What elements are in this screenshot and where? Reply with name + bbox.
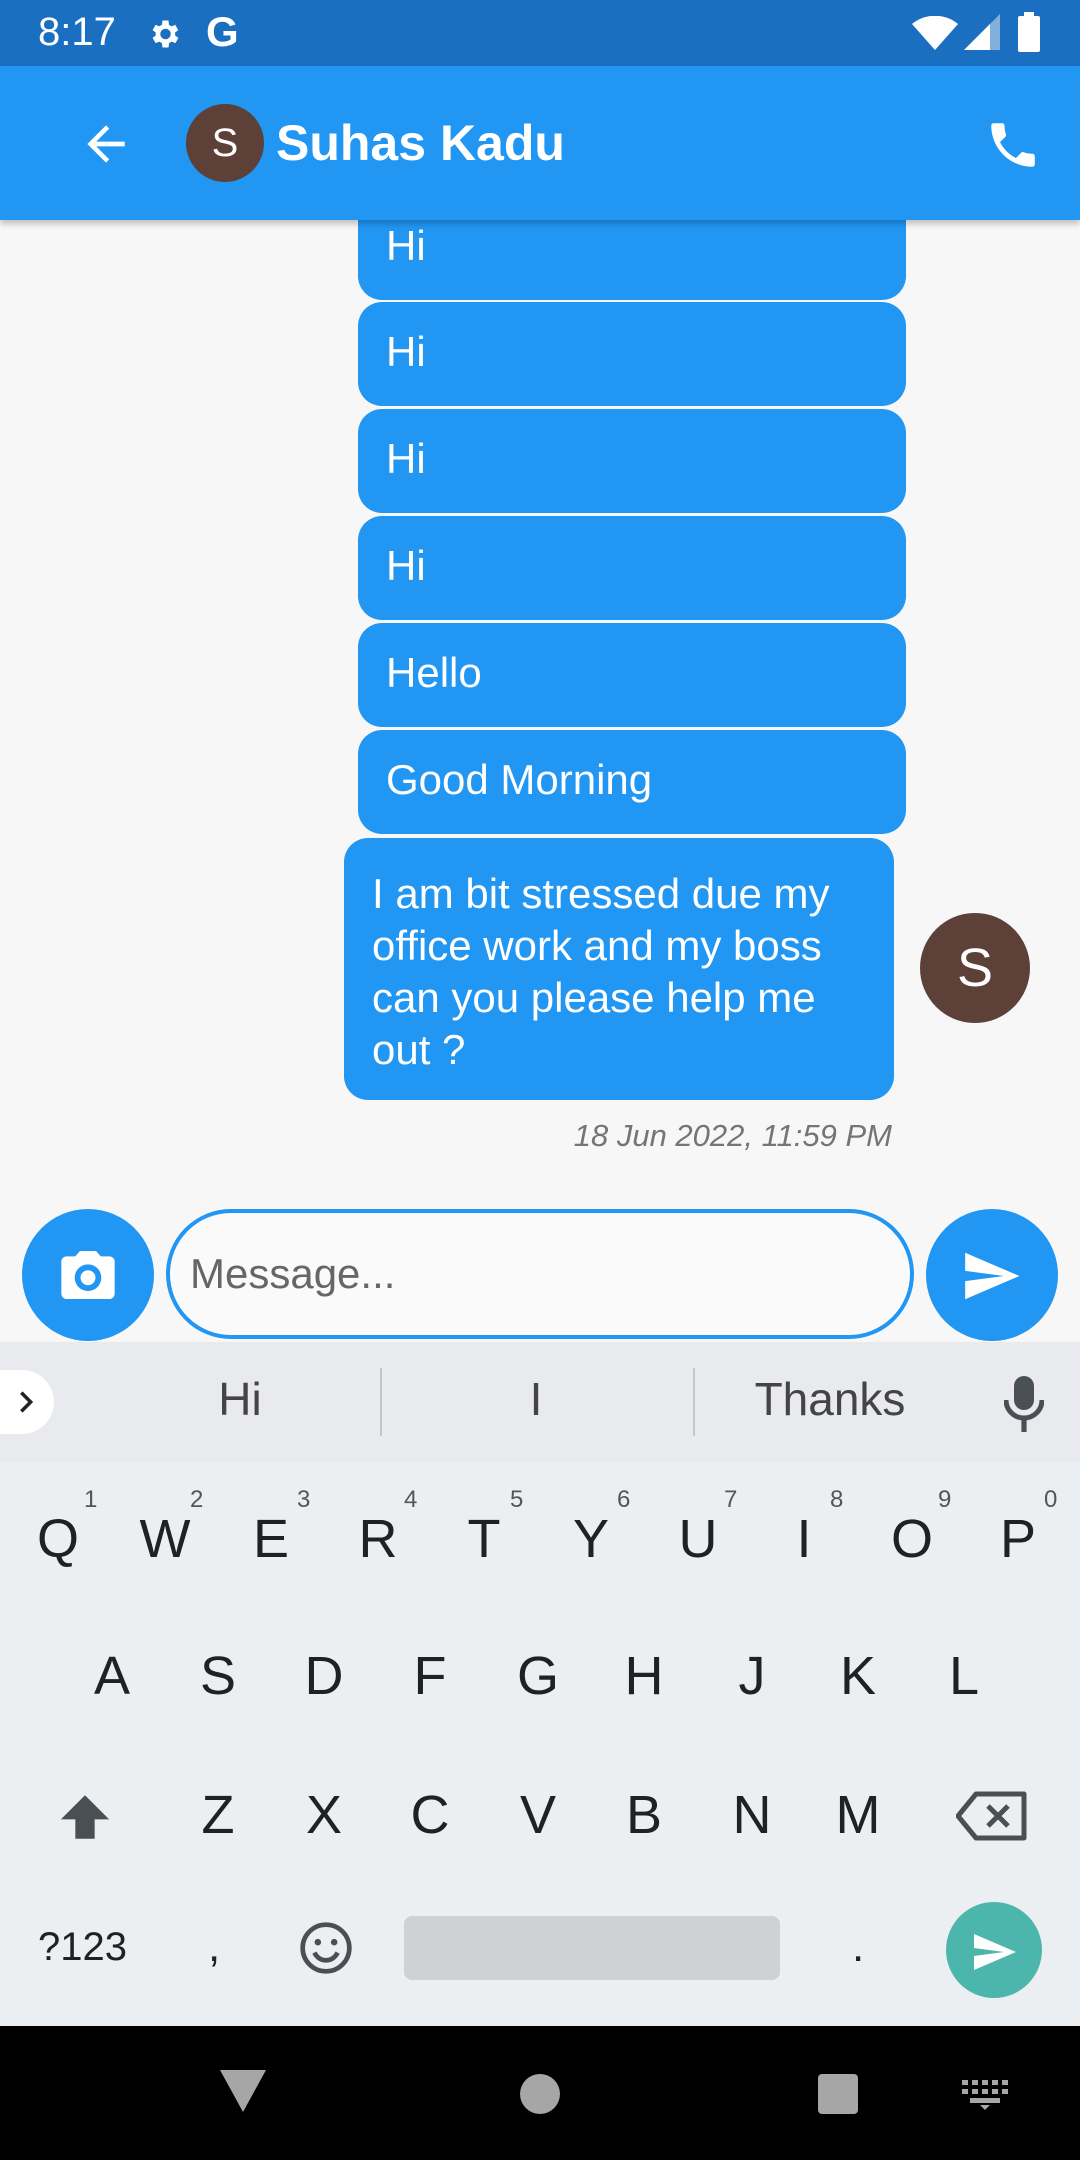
suggestion-2[interactable]: I xyxy=(456,1372,616,1426)
system-nav-bar xyxy=(0,2026,1080,2160)
shift-key-icon[interactable] xyxy=(54,1788,116,1846)
nav-back-icon[interactable] xyxy=(220,2070,266,2112)
backspace-icon[interactable] xyxy=(956,1790,1028,1842)
status-time: 8:17 xyxy=(38,10,116,54)
send-icon xyxy=(965,1252,1020,1300)
settings-gear-icon xyxy=(152,20,179,48)
key-j[interactable]: J xyxy=(712,1645,792,1707)
key-v[interactable]: V xyxy=(498,1784,578,1846)
key-w[interactable]: W xyxy=(125,1508,205,1570)
message-bubble[interactable]: Hi xyxy=(358,302,906,406)
key-h[interactable]: H xyxy=(604,1645,684,1707)
key-hint: 2 xyxy=(190,1486,204,1513)
chevron-right-icon xyxy=(20,1391,34,1413)
key-x[interactable]: X xyxy=(284,1784,364,1846)
key-g[interactable]: G xyxy=(498,1645,578,1707)
key-hint: 0 xyxy=(1044,1486,1058,1513)
key-u[interactable]: U xyxy=(658,1508,738,1570)
key-r[interactable]: R xyxy=(338,1508,418,1570)
key-hint: 9 xyxy=(938,1486,952,1513)
key-b[interactable]: B xyxy=(604,1784,684,1846)
key-k[interactable]: K xyxy=(818,1645,898,1707)
keyboard-send-button[interactable] xyxy=(946,1902,1042,1998)
key-hint: 6 xyxy=(617,1486,631,1513)
message-bubble[interactable]: Hi xyxy=(358,409,906,513)
back-arrow-icon[interactable] xyxy=(78,116,134,172)
suggestion-1[interactable]: Hi xyxy=(160,1372,320,1426)
message-bubble[interactable]: Good Morning xyxy=(358,730,906,834)
suggestion-divider xyxy=(693,1368,695,1436)
key-d[interactable]: D xyxy=(284,1645,364,1707)
contact-name: Suhas Kadu xyxy=(276,115,565,171)
key-q[interactable]: Q xyxy=(18,1508,98,1570)
symbols-key[interactable]: ?123 xyxy=(38,1925,127,1970)
key-o[interactable]: O xyxy=(872,1508,952,1570)
suggestion-divider xyxy=(380,1368,382,1436)
message-bubble[interactable]: Hi xyxy=(358,516,906,620)
key-l[interactable]: L xyxy=(924,1645,1004,1707)
nav-home-icon[interactable] xyxy=(520,2074,560,2114)
suggestion-strip: Hi I Thanks xyxy=(0,1342,1080,1462)
phone-call-icon[interactable] xyxy=(984,116,1042,174)
key-t[interactable]: T xyxy=(444,1508,524,1570)
contact-avatar[interactable]: S xyxy=(186,104,264,182)
status-bar: 8:17 G xyxy=(0,0,1080,66)
key-s[interactable]: S xyxy=(178,1645,258,1707)
message-bubble[interactable]: Hello xyxy=(358,623,906,727)
keyboard-expand-button[interactable] xyxy=(0,1370,54,1434)
camera-button[interactable] xyxy=(22,1209,154,1341)
key-hint: 3 xyxy=(297,1486,311,1513)
key-i[interactable]: I xyxy=(764,1508,844,1570)
period-key[interactable]: . xyxy=(852,1922,864,1972)
space-bar[interactable] xyxy=(404,1916,780,1980)
key-hint: 8 xyxy=(830,1486,844,1513)
camera-icon xyxy=(61,1251,115,1299)
key-y[interactable]: Y xyxy=(551,1508,631,1570)
app-bar: S Suhas Kadu xyxy=(0,66,1080,220)
battery-icon xyxy=(1018,12,1040,52)
message-input[interactable] xyxy=(166,1209,914,1339)
suggestion-3[interactable]: Thanks xyxy=(730,1372,930,1426)
key-z[interactable]: Z xyxy=(178,1784,258,1846)
send-button[interactable] xyxy=(926,1209,1058,1341)
key-hint: 4 xyxy=(404,1486,418,1513)
key-hint: 1 xyxy=(84,1486,98,1513)
nav-recents-icon[interactable] xyxy=(818,2074,858,2114)
key-f[interactable]: F xyxy=(390,1645,470,1707)
key-m[interactable]: M xyxy=(818,1784,898,1846)
message-bubble[interactable]: I am bit stressed due my office work and… xyxy=(344,838,894,1100)
key-n[interactable]: N xyxy=(712,1784,792,1846)
message-timestamp: 18 Jun 2022, 11:59 PM xyxy=(573,1118,892,1153)
key-e[interactable]: E xyxy=(231,1508,311,1570)
google-icon: G xyxy=(206,8,239,55)
wifi-icon xyxy=(912,16,958,50)
keyboard-switch-icon[interactable] xyxy=(962,2080,1008,2110)
key-p[interactable]: P xyxy=(978,1508,1058,1570)
cell-signal-icon xyxy=(964,14,1000,50)
key-hint: 7 xyxy=(724,1486,738,1513)
key-hint: 5 xyxy=(510,1486,524,1513)
comma-key[interactable]: , xyxy=(208,1922,220,1972)
microphone-icon[interactable] xyxy=(1004,1376,1044,1432)
emoji-icon[interactable] xyxy=(298,1920,354,1976)
key-c[interactable]: C xyxy=(390,1784,470,1846)
key-a[interactable]: A xyxy=(72,1645,152,1707)
send-icon xyxy=(974,1934,1016,1970)
sender-avatar: S xyxy=(920,913,1030,1023)
